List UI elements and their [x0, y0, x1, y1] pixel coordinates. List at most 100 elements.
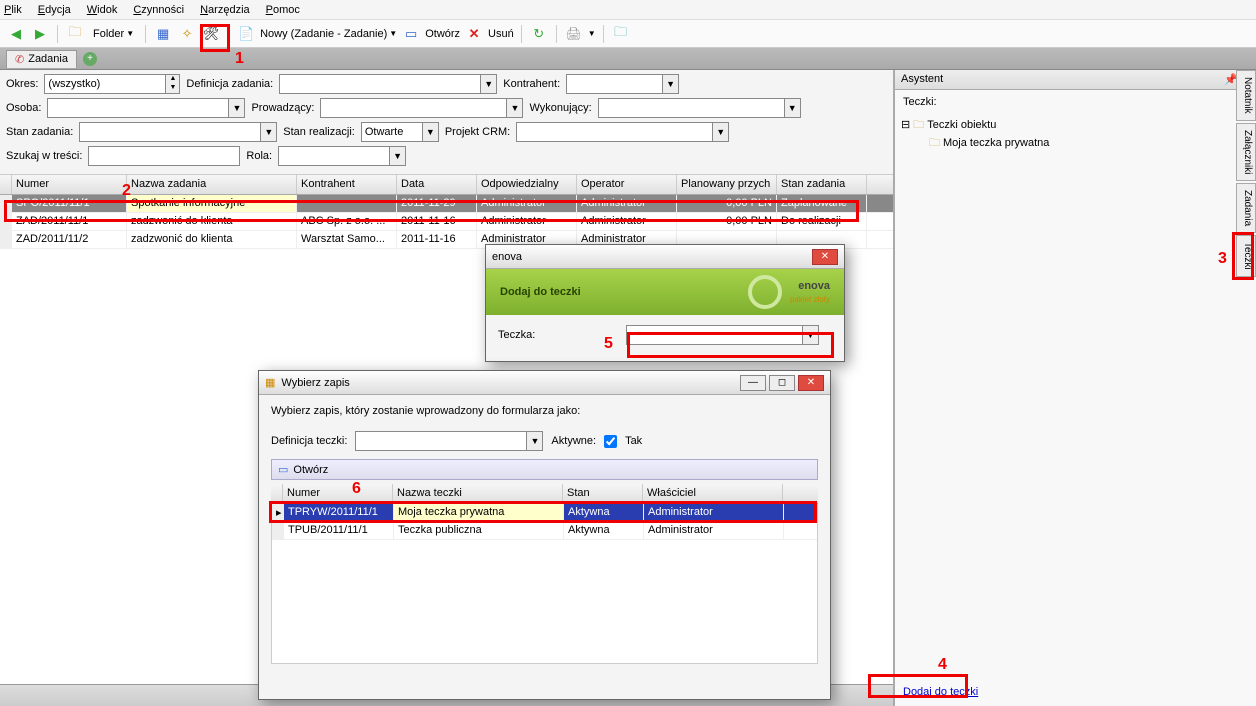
open-icon[interactable]: ▭: [401, 24, 421, 44]
col-nazwa[interactable]: Nazwa zadania: [127, 175, 297, 194]
aktywne-checkbox[interactable]: [604, 435, 617, 448]
menu-edycja[interactable]: Edycja: [38, 4, 71, 16]
menu-czynnosci[interactable]: Czynności: [133, 4, 184, 16]
osoba-input[interactable]: ▼: [47, 98, 245, 118]
def-teczki-label: Definicja teczki:: [271, 435, 347, 447]
col-stan[interactable]: Stan zadania: [777, 175, 867, 194]
tools-icon[interactable]: 🛠: [201, 24, 221, 44]
new-button[interactable]: Nowy (Zadanie - Zadanie)▼: [260, 28, 397, 40]
label-stanr: Stan realizacji:: [283, 126, 355, 138]
tab-zadania[interactable]: ✆ Zadania: [6, 50, 77, 68]
menubar: Plik Edycja Widok Czynności Narzędzia Po…: [0, 0, 1256, 20]
kontr-input[interactable]: ▼: [566, 74, 679, 94]
folder-icon: 🗀: [913, 116, 924, 134]
col-data[interactable]: Data: [397, 175, 477, 194]
app-icon: ▦: [265, 376, 275, 389]
side-tabs: Notatnik Załączniki Zadania Teczki: [1236, 70, 1256, 279]
dialog-wybierz: ▦ Wybierz zapis — ◻ ✕ Wybierz zapis, któ…: [258, 370, 831, 700]
wyk-input[interactable]: ▼: [598, 98, 801, 118]
menu-widok[interactable]: Widok: [87, 4, 118, 16]
label-stanz: Stan zadania:: [6, 126, 73, 138]
teczki-label: Teczki:: [895, 90, 1256, 110]
def-teczki-input[interactable]: ▼: [355, 431, 543, 451]
col-plan[interactable]: Planowany przych: [677, 175, 777, 194]
delete-button[interactable]: Usuń: [488, 28, 514, 40]
table-row[interactable]: TPUB/2011/11/1 Teczka publiczna AktywnaA…: [272, 522, 817, 540]
pcol-stan[interactable]: Stan: [563, 484, 643, 503]
dlg-pick-max[interactable]: ◻: [769, 375, 795, 391]
add-tab-icon[interactable]: +: [83, 52, 97, 66]
play-icon: [748, 275, 782, 309]
grid-header: Numer Nazwa zadania Kontrahent Data Odpo…: [0, 175, 893, 195]
open-button[interactable]: Otwórz: [425, 28, 460, 40]
dlg-add-close[interactable]: ✕: [812, 249, 838, 265]
pcol-nazwa[interactable]: Nazwa teczki: [393, 484, 563, 503]
col-op[interactable]: Operator: [577, 175, 677, 194]
collapse-icon[interactable]: ⊟: [901, 116, 910, 134]
table-row[interactable]: ▸ TPRYW/2011/11/1 Moja teczka prywatna A…: [272, 504, 817, 522]
defz-input[interactable]: ▼: [279, 74, 497, 94]
new-icon[interactable]: 📄: [236, 24, 256, 44]
label-rola: Rola:: [246, 150, 272, 162]
print-icon[interactable]: 🖨: [564, 24, 584, 44]
dlg-pick-min[interactable]: —: [740, 375, 766, 391]
teczka-label: Teczka:: [498, 329, 618, 341]
dlg-pick-close[interactable]: ✕: [798, 375, 824, 391]
forward-icon[interactable]: ▶: [30, 24, 50, 44]
tree-root[interactable]: ⊟ 🗀 Teczki obiektu: [901, 116, 1250, 134]
open-icon[interactable]: ▭: [278, 463, 288, 476]
asystent-panel: Asystent 📌 ✕ Teczki: ⊟ 🗀 Teczki obiektu …: [894, 70, 1256, 706]
dlg-add-title: enova: [492, 251, 522, 263]
label-defz: Definicja zadania:: [186, 78, 273, 90]
dlg-pick-otworz[interactable]: Otwórz: [293, 464, 328, 476]
menu-plik[interactable]: Plik: [4, 4, 22, 16]
stanz-input[interactable]: ▼: [79, 122, 277, 142]
label-proj: Projekt CRM:: [445, 126, 510, 138]
sparkle-icon[interactable]: ✧: [177, 24, 197, 44]
side-tab-notatnik[interactable]: Notatnik: [1236, 70, 1256, 121]
aktywne-text: Tak: [625, 435, 642, 447]
toolbar: ◀ ▶ 🗀 Folder▼ ▦ ✧ 🛠 📄 Nowy (Zadanie - Za…: [0, 20, 1256, 48]
dodaj-do-teczki-link[interactable]: Dodaj do teczki: [903, 686, 978, 698]
label-wyk: Wykonujący:: [529, 102, 591, 114]
panel-icon[interactable]: ▦: [153, 24, 173, 44]
dlg-add-caption: Dodaj do teczki: [500, 286, 581, 298]
label-szukaj: Szukaj w treści:: [6, 150, 82, 162]
label-osoba: Osoba:: [6, 102, 41, 114]
delete-icon[interactable]: ✕: [464, 24, 484, 44]
table-row[interactable]: ZAD/2011/11/1zadzwonić do klientaABC Sp.…: [0, 213, 893, 231]
folder-button[interactable]: Folder▼: [89, 28, 138, 40]
folder2-icon[interactable]: 🗀: [611, 24, 631, 44]
pcol-wl[interactable]: Właściciel: [643, 484, 783, 503]
back-icon[interactable]: ◀: [6, 24, 26, 44]
filters-panel: Okres: ▲▼ Definicja zadania: ▼ Kontrahen…: [0, 70, 893, 175]
szukaj-input[interactable]: [88, 146, 240, 166]
enova-logo: enovapakiet złoty: [790, 279, 830, 305]
side-tab-zadania[interactable]: Zadania: [1236, 183, 1256, 233]
prow-input[interactable]: ▼: [320, 98, 523, 118]
side-tab-teczki[interactable]: Teczki: [1236, 235, 1256, 277]
tree-child[interactable]: 🗀 Moja teczka prywatna: [929, 134, 1250, 152]
okres-input[interactable]: ▲▼: [44, 74, 180, 94]
menu-pomoc[interactable]: Pomoc: [266, 4, 300, 16]
side-tab-zalaczniki[interactable]: Załączniki: [1236, 123, 1256, 181]
label-prow: Prowadzący:: [251, 102, 314, 114]
teczka-input[interactable]: ▼: [626, 325, 819, 345]
folder-open-icon[interactable]: 🗀: [65, 24, 85, 44]
table-row[interactable]: ▸ SPO/2011/11/1Spotkanie informacyjne 20…: [0, 195, 893, 213]
dlg-pick-title: Wybierz zapis: [281, 377, 349, 389]
dialog-dodaj: enova ✕ Dodaj do teczki enovapakiet złot…: [485, 244, 845, 362]
proj-input[interactable]: ▼: [516, 122, 729, 142]
dlg-pick-instr: Wybierz zapis, który zostanie wprowadzon…: [271, 405, 818, 417]
rola-input[interactable]: ▼: [278, 146, 406, 166]
aktywne-label: Aktywne:: [551, 435, 596, 447]
pcol-numer[interactable]: Numer: [283, 484, 393, 503]
col-numer[interactable]: Numer: [12, 175, 127, 194]
asystent-title: Asystent: [901, 73, 943, 86]
menu-narzedzia[interactable]: Narzędzia: [200, 4, 250, 16]
col-kontr[interactable]: Kontrahent: [297, 175, 397, 194]
stanr-input[interactable]: ▼: [361, 122, 439, 142]
tabstrip: ✆ Zadania +: [0, 48, 1256, 70]
refresh-icon[interactable]: ↻: [529, 24, 549, 44]
col-odp[interactable]: Odpowiedzialny: [477, 175, 577, 194]
